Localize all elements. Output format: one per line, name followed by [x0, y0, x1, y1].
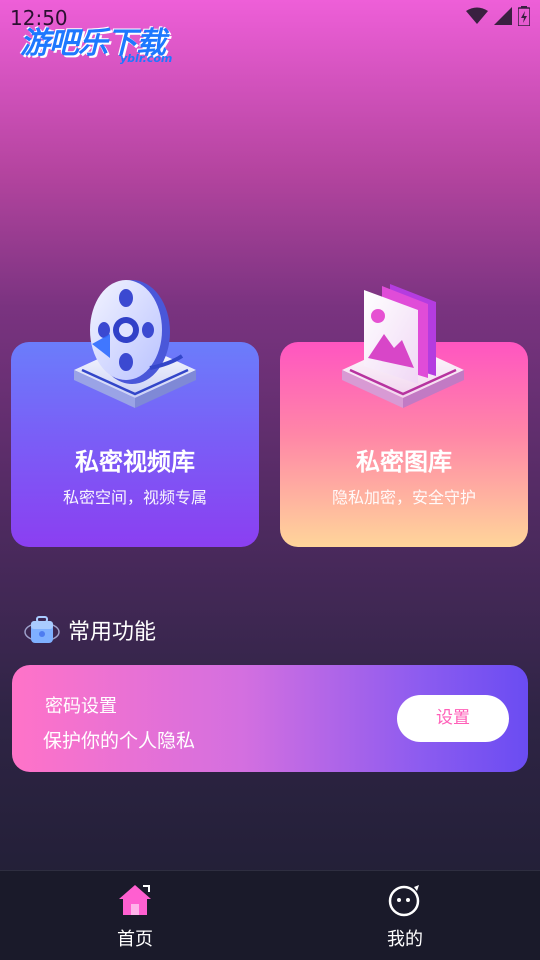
set-password-button[interactable]: 设置	[397, 695, 509, 742]
wifi-icon	[466, 7, 488, 24]
watermark-url: yblr.com	[120, 52, 173, 65]
bottom-nav: 首页 我的	[0, 870, 540, 960]
nav-item-home[interactable]: 首页	[75, 883, 195, 951]
password-setting-description: 保护你的个人隐私	[43, 730, 196, 752]
film-reel-icon	[74, 280, 196, 408]
card-title: 私密视频库	[75, 448, 195, 476]
nav-item-mine[interactable]: 我的	[345, 883, 465, 951]
card-subtitle: 私密空间，视频专属	[62, 488, 207, 507]
toolbox-icon	[24, 616, 60, 643]
card-subtitle: 隐私加密，安全守护	[331, 488, 476, 507]
nav-label-mine: 我的	[387, 929, 423, 950]
password-setting-card: 密码设置 保护你的个人隐私 设置	[12, 665, 528, 772]
nav-label-home: 首页	[117, 929, 153, 950]
signal-icon	[494, 7, 512, 25]
password-setting-title: 密码设置	[45, 696, 117, 717]
battery-icon	[518, 6, 530, 26]
card-title: 私密图库	[356, 448, 452, 476]
watermark-logo: 游吧乐下载 yblr.com	[20, 18, 190, 65]
section-header: 常用功能	[22, 612, 156, 648]
home-icon	[119, 885, 151, 915]
photo-stack-icon	[342, 284, 464, 408]
status-icons	[466, 6, 530, 26]
section-title: 常用功能	[68, 620, 157, 645]
face-icon	[388, 885, 420, 917]
